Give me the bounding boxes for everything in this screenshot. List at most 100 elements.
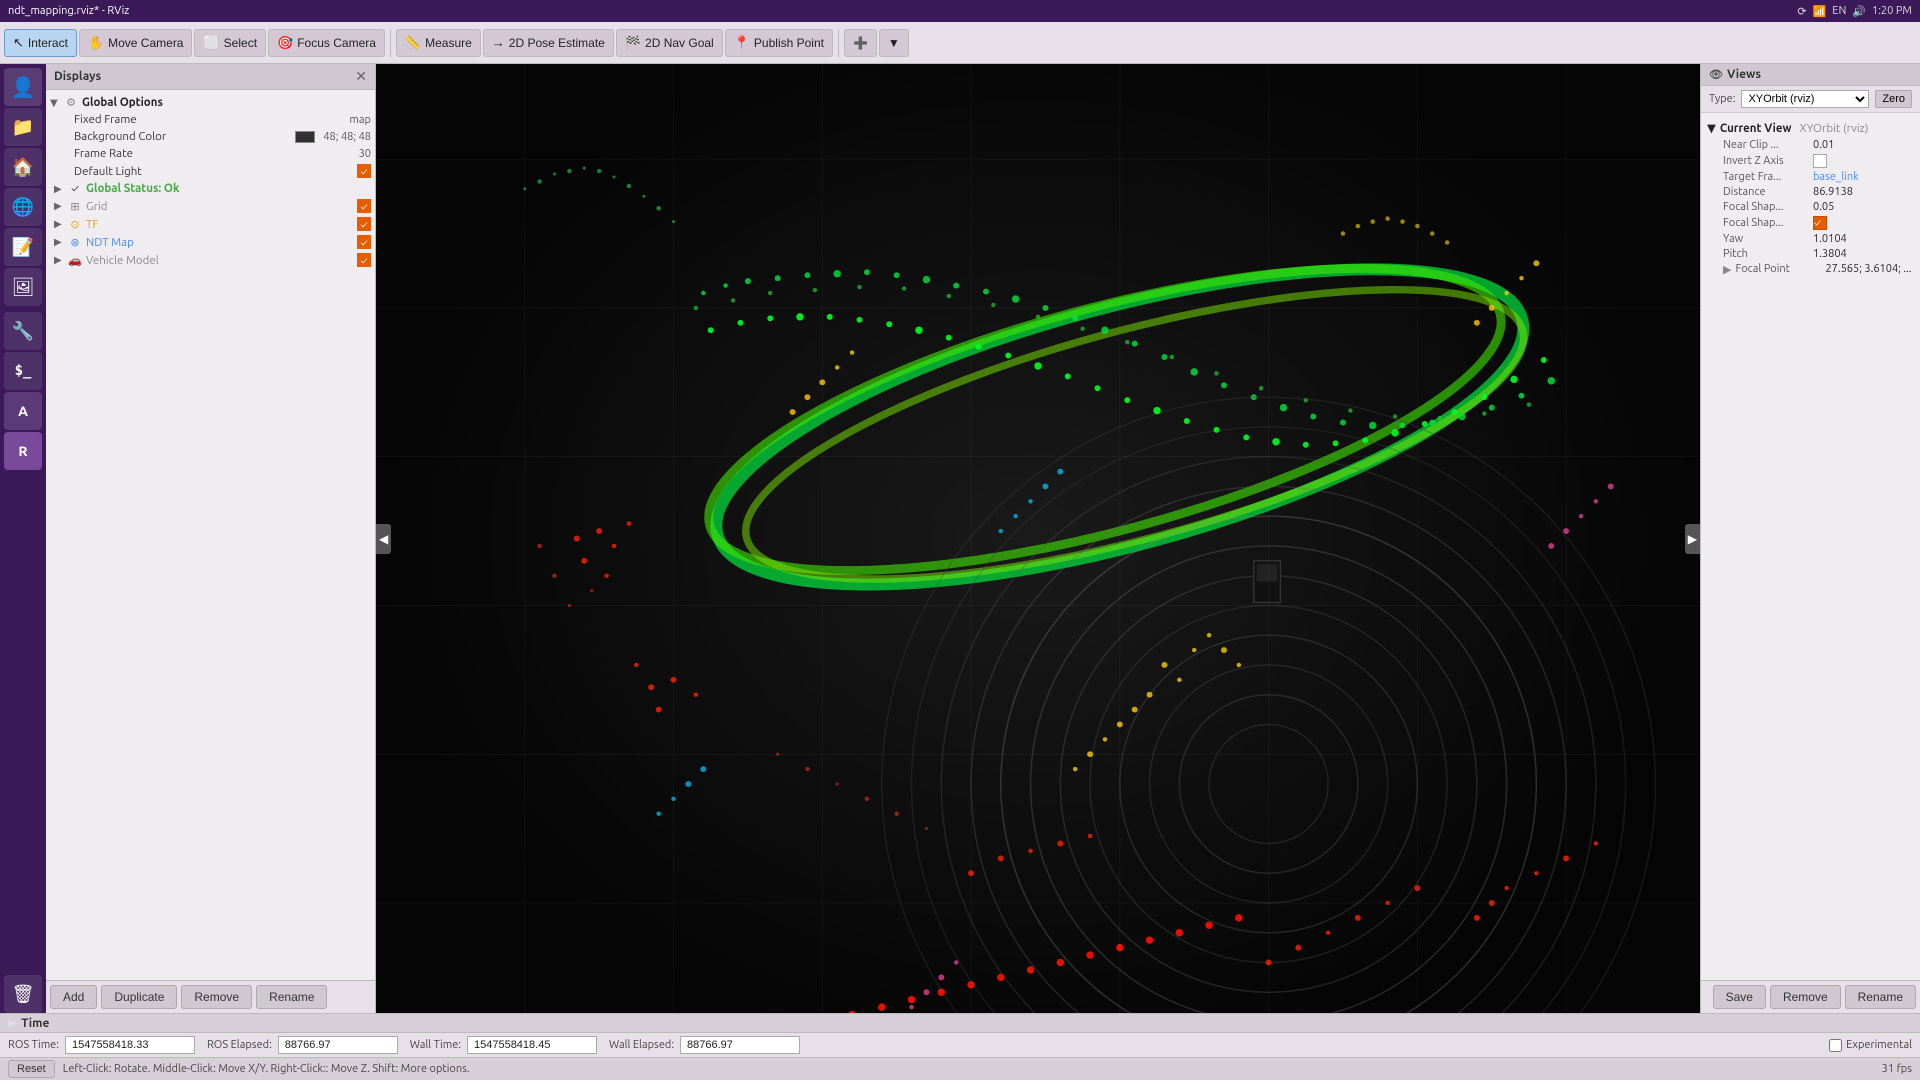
pitch-row: Pitch 1.3804	[1707, 246, 1914, 261]
experimental-field[interactable]: Experimental	[1829, 1039, 1912, 1052]
frame-rate-row: Frame Rate 30	[46, 145, 375, 162]
sidebar-item-image[interactable]: 🖼	[4, 268, 42, 306]
distance-row: Distance 86.9138	[1707, 184, 1914, 199]
focal-shape-size-row: Focal Shap... 0.05	[1707, 199, 1914, 214]
focal-shape-enabled-row: Focal Shap... ✓	[1707, 214, 1914, 231]
sidebar-item-tools[interactable]: 🔧	[4, 312, 42, 350]
select-icon: ⬜	[203, 35, 219, 51]
add-button[interactable]: Add	[50, 985, 97, 1009]
pose-estimate-icon: →	[492, 35, 505, 50]
displays-header: Displays ✕	[46, 64, 375, 90]
publish-point-button[interactable]: 📍 Publish Point	[725, 29, 833, 57]
displays-buttons: Add Duplicate Remove Rename	[46, 980, 375, 1013]
select-button[interactable]: ⬜ Select	[194, 29, 266, 57]
global-options-icon: ⚙	[64, 96, 78, 109]
sidebar-item-person[interactable]: 👤	[4, 68, 42, 106]
pose-estimate-button[interactable]: → 2D Pose Estimate	[483, 29, 614, 57]
interact-button[interactable]: ↖ Interact	[4, 29, 77, 57]
global-status-row: ▶ ✓ Global Status: Ok	[46, 180, 375, 197]
tf-checkbox[interactable]: ✓	[357, 217, 371, 231]
vehicle-icon: 🚗	[68, 254, 82, 267]
sidebar-item-terminal[interactable]: $_	[4, 352, 42, 390]
ros-time-field: ROS Time:	[8, 1036, 195, 1054]
invert-z-row: Invert Z Axis	[1707, 152, 1914, 169]
move-camera-icon: ✋	[88, 35, 104, 51]
target-frame-row: Target Fra... base_link	[1707, 169, 1914, 184]
status-bar: Reset Left-Click: Rotate. Middle-Click: …	[0, 1057, 1920, 1080]
reset-button[interactable]: Reset	[8, 1060, 55, 1078]
move-camera-button[interactable]: ✋ Move Camera	[79, 29, 193, 57]
views-buttons: Save Remove Rename	[1701, 980, 1920, 1013]
collapse-left-button[interactable]: ◀	[376, 524, 391, 554]
viewport[interactable]: ◀ ▶	[376, 64, 1700, 1013]
remove-button[interactable]: Remove	[181, 985, 252, 1009]
experimental-checkbox[interactable]	[1829, 1039, 1842, 1052]
titlebar-controls: ⟳ 📶 EN 🔊 1:20 PM	[1797, 5, 1912, 18]
vehicle-checkbox[interactable]: ✓	[357, 253, 371, 267]
bottom-panel: ▶ Time ROS Time: ROS Elapsed: Wall Time:…	[0, 1013, 1920, 1080]
titlebar-title: ndt_mapping.rviz* - RViz	[8, 5, 129, 17]
vehicle-model-row[interactable]: ▶ 🚗 Vehicle Model ✓	[46, 251, 375, 269]
global-options-row[interactable]: ▼ ⚙ Global Options	[46, 94, 375, 111]
ros-time-input[interactable]	[65, 1036, 195, 1054]
interact-icon: ↖	[13, 35, 24, 51]
collapse-right-button[interactable]: ▶	[1685, 524, 1700, 554]
views-tree: ▼ Current View XYOrbit (rviz) Near Clip …	[1701, 113, 1920, 980]
views-panel: 👁 Views Type: XYOrbit (rviz) Orbit (rviz…	[1700, 64, 1920, 1013]
nav-goal-button[interactable]: 🏁 2D Nav Goal	[616, 29, 723, 57]
views-remove-button[interactable]: Remove	[1770, 985, 1841, 1009]
views-rename-button[interactable]: Rename	[1845, 985, 1916, 1009]
displays-close-button[interactable]: ✕	[355, 68, 367, 85]
views-zero-button[interactable]: Zero	[1875, 90, 1912, 108]
ndt-checkbox[interactable]: ✓	[357, 235, 371, 249]
sidebar-item-home[interactable]: 🏠	[4, 148, 42, 186]
time-header[interactable]: ▶ Time	[0, 1014, 1920, 1033]
wall-elapsed-field: Wall Elapsed:	[609, 1036, 800, 1054]
invert-z-checkbox[interactable]	[1813, 154, 1827, 168]
focal-point-row[interactable]: ▶ Focal Point 27.565; 3.6104; ...	[1707, 261, 1914, 277]
wall-time-input[interactable]	[467, 1036, 597, 1054]
wall-time-field: Wall Time:	[410, 1036, 597, 1054]
focal-shape-checkbox[interactable]: ✓	[1813, 216, 1827, 230]
background-color-swatch	[295, 131, 315, 143]
extra-button-1[interactable]: ➕	[844, 29, 877, 57]
pointcloud-visualization	[376, 64, 1700, 1013]
background-color-row[interactable]: Background Color 48; 48; 48	[46, 128, 375, 145]
sidebar-item-browser[interactable]: 🌐	[4, 188, 42, 226]
views-save-button[interactable]: Save	[1713, 985, 1766, 1009]
sidebar-item-files[interactable]: 📁	[4, 108, 42, 146]
grid-row[interactable]: ▶ ⊞ Grid ✓	[46, 197, 375, 215]
current-view-header[interactable]: ▼ Current View XYOrbit (rviz)	[1707, 119, 1914, 137]
ros-elapsed-field: ROS Elapsed:	[207, 1036, 398, 1054]
default-light-row[interactable]: Default Light ✓	[46, 162, 375, 180]
ros-elapsed-input[interactable]	[278, 1036, 398, 1054]
sidebar-item-autoware[interactable]: A	[4, 392, 42, 430]
duplicate-button[interactable]: Duplicate	[101, 985, 177, 1009]
wall-elapsed-input[interactable]	[680, 1036, 800, 1054]
grid-checkbox[interactable]: ✓	[357, 199, 371, 213]
toolbar: ↖ Interact ✋ Move Camera ⬜ Select 🎯 Focu…	[0, 22, 1920, 64]
measure-icon: 📏	[405, 35, 421, 51]
ndt-map-row[interactable]: ▶ ⊛ NDT Map ✓	[46, 233, 375, 251]
sidebar-item-notepad[interactable]: 📝	[4, 228, 42, 266]
measure-button[interactable]: 📏 Measure	[396, 29, 481, 57]
sidebar-item-trash[interactable]: 🗑	[4, 975, 42, 1013]
tf-row[interactable]: ▶ ⊙ TF ✓	[46, 215, 375, 233]
default-light-checkbox[interactable]: ✓	[357, 164, 371, 178]
focus-camera-button[interactable]: 🎯 Focus Camera	[268, 29, 385, 57]
sidebar-item-rviz[interactable]: R	[4, 432, 42, 470]
displays-panel: Displays ✕ ▼ ⚙ Global Options Fixed Fram…	[46, 64, 376, 1013]
ndt-icon: ⊛	[68, 236, 82, 249]
time-fields: ROS Time: ROS Elapsed: Wall Time: Wall E…	[0, 1033, 1920, 1057]
yaw-row: Yaw 1.0104	[1707, 231, 1914, 246]
views-icon: 👁	[1709, 68, 1723, 81]
toolbar-sep-2	[838, 29, 839, 57]
publish-point-icon: 📍	[734, 35, 750, 51]
fixed-frame-row: Fixed Frame map	[46, 111, 375, 128]
status-hint: Left-Click: Rotate. Middle-Click: Move X…	[63, 1063, 470, 1075]
extra-button-2[interactable]: ▼	[879, 29, 909, 57]
fps-display: 31 fps	[1882, 1063, 1912, 1075]
titlebar: ndt_mapping.rviz* - RViz ⟳ 📶 EN 🔊 1:20 P…	[0, 0, 1920, 22]
rename-button[interactable]: Rename	[256, 985, 327, 1009]
views-type-select[interactable]: XYOrbit (rviz) Orbit (rviz) TopDown (rvi…	[1741, 90, 1869, 108]
